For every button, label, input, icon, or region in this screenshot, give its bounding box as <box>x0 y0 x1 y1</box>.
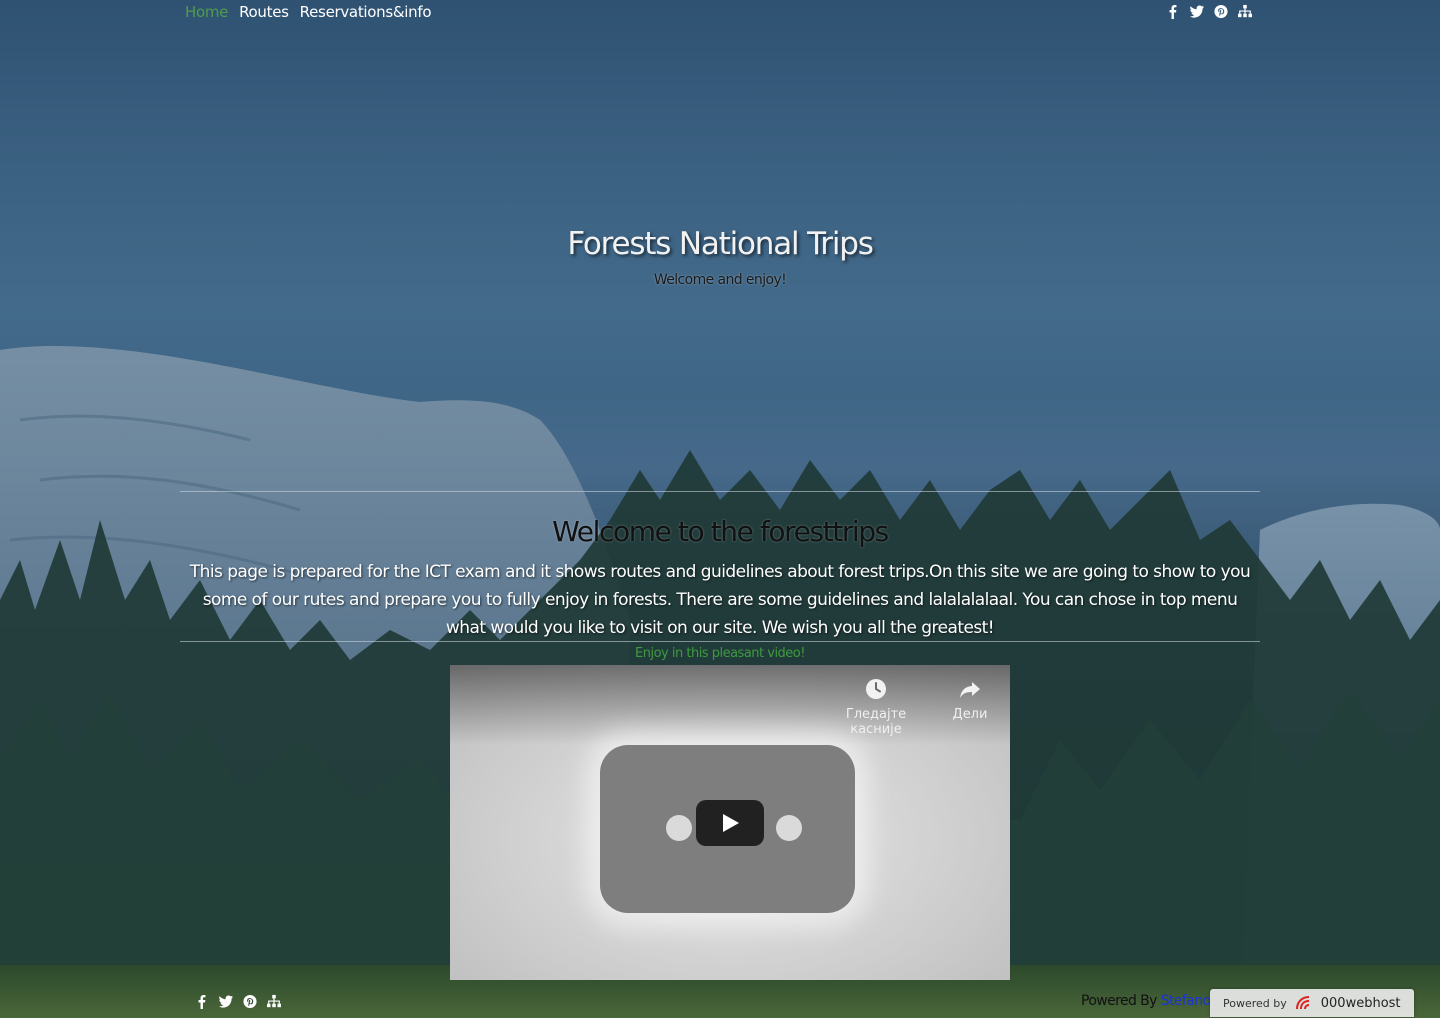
youtube-video-embed[interactable]: Гледајте касније Дели <box>450 665 1010 980</box>
footer-powered-by: Powered By <box>1081 993 1157 1009</box>
twitter-icon[interactable] <box>219 994 233 1009</box>
footer-author-link[interactable]: Stefano <box>1161 993 1211 1009</box>
hero-subtitle: Welcome and enjoy! <box>653 272 787 288</box>
thumbnail-dot <box>666 815 692 841</box>
share-button[interactable]: Дели <box>946 677 994 722</box>
main-nav: Home Routes Reservations&info <box>185 3 432 21</box>
host-badge-prefix: Powered by <box>1223 996 1287 1010</box>
video-caption: Enjoy in this pleasant video! <box>635 646 805 661</box>
social-links-footer <box>195 994 281 1009</box>
clock-icon <box>866 679 886 699</box>
host-badge-brand: 000webhost <box>1320 995 1401 1011</box>
welcome-title: Welcome to the foresttrips <box>552 515 889 548</box>
divider <box>180 641 1260 642</box>
sitemap-icon[interactable] <box>1238 4 1252 19</box>
footer-credit: Powered By Stefano <box>1081 993 1211 1009</box>
share-icon <box>960 682 980 698</box>
welcome-text: This page is prepared for the ICT exam a… <box>189 562 1251 638</box>
pinterest-icon[interactable] <box>243 994 257 1009</box>
share-label: Дели <box>952 707 988 722</box>
sitemap-icon[interactable] <box>267 994 281 1009</box>
nav-home-link[interactable]: Home <box>185 3 228 21</box>
webhost-logo-icon <box>1295 996 1309 1010</box>
nav-routes-link[interactable]: Routes <box>239 3 289 21</box>
nav-reservations-link[interactable]: Reservations&info <box>300 3 432 21</box>
pinterest-icon[interactable] <box>1214 4 1228 19</box>
play-icon <box>723 814 739 832</box>
twitter-icon[interactable] <box>1190 4 1204 19</box>
facebook-icon[interactable] <box>195 994 209 1009</box>
divider <box>180 491 1260 492</box>
hero-title: Forests National Trips <box>567 226 874 262</box>
watch-later-button[interactable]: Гледајте касније <box>818 677 934 737</box>
facebook-icon[interactable] <box>1166 4 1180 19</box>
thumbnail-dot <box>776 815 802 841</box>
play-button[interactable] <box>696 800 764 846</box>
host-badge[interactable]: Powered by 000webhost <box>1210 989 1414 1017</box>
social-links-top <box>1166 4 1252 19</box>
watch-later-label: Гледајте касније <box>845 707 907 737</box>
